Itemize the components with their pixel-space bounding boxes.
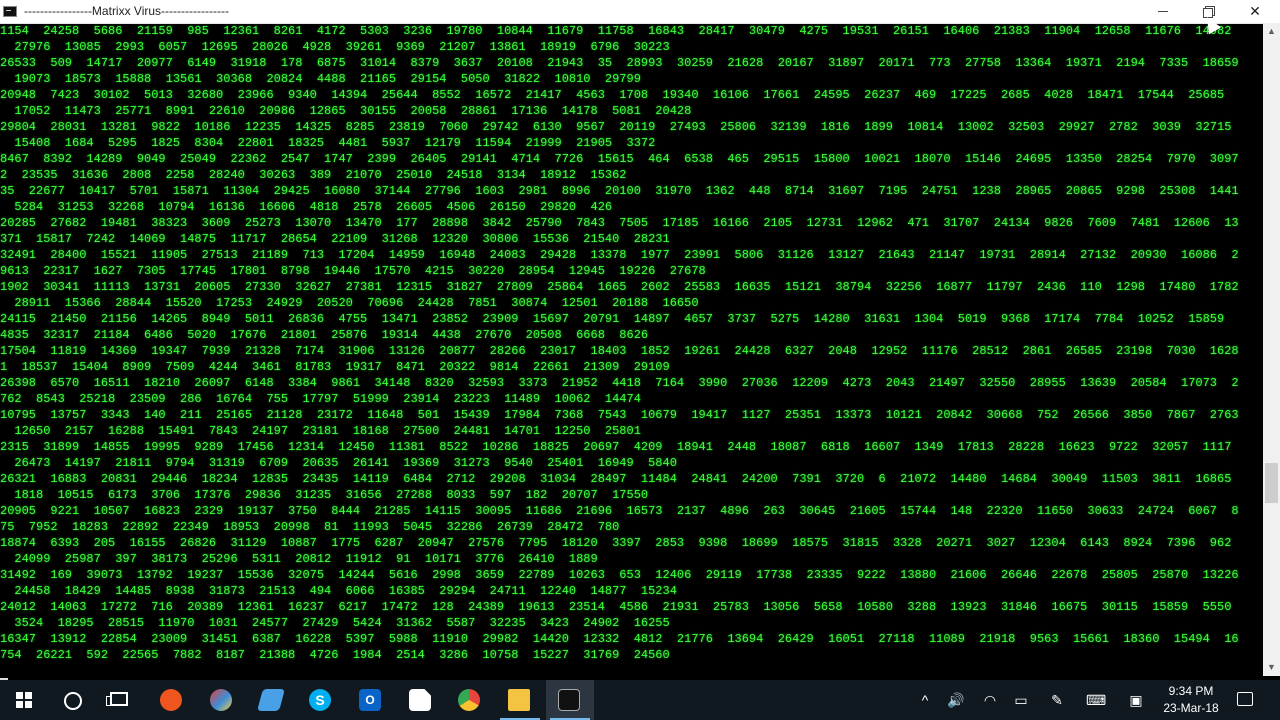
console-line: 17504 11819 14369 19347 7939 21328 7174 … (0, 344, 1239, 358)
console-line: 12650 2157 16288 15491 7843 24197 23181 … (0, 424, 641, 438)
console-line: 3524 18295 28515 11970 1031 24577 27429 … (0, 616, 670, 630)
console-app-icon[interactable] (3, 6, 17, 17)
wifi-icon[interactable]: ◠ (980, 692, 1000, 708)
taskbar-app-file[interactable] (397, 680, 445, 720)
console-line: 17052 11473 25771 8991 22610 20986 12865… (0, 104, 692, 118)
windows-logo-icon (16, 692, 32, 708)
orange-app-icon (160, 689, 182, 711)
outlook-app-icon: O (359, 689, 381, 711)
tray-chevron-icon[interactable]: ^ (915, 692, 935, 708)
taskbar-app-skype[interactable]: S (297, 680, 345, 720)
console-line: 32491 28400 15521 11905 27513 21189 713 … (0, 248, 1239, 262)
taskbar-app-chrome[interactable] (446, 680, 494, 720)
clock-time: 9:34 PM (1168, 684, 1214, 698)
task-view-icon (106, 692, 128, 706)
console-line: 18874 6393 205 16155 26826 31129 10887 1… (0, 536, 1232, 550)
taskbar: S O ^ 🔊 ◠ ▭ ✎ ⌨ ▣ 9:34 PM 23-Mar-18 (0, 680, 1280, 720)
task-view-button[interactable] (96, 680, 144, 720)
console-line: 26321 16883 20831 29446 18234 12835 2343… (0, 472, 1232, 486)
console-line: 31492 169 39073 13792 19237 15536 32075 … (0, 568, 1239, 582)
paint-app-icon (210, 689, 232, 711)
console-line: 24099 25987 397 38173 25296 5311 20812 1… (0, 552, 598, 566)
console-line: 2 23535 31636 2808 2258 28240 30263 389 … (0, 168, 627, 182)
skype-app-icon: S (309, 689, 331, 711)
pen-icon[interactable]: ✎ (1047, 692, 1067, 708)
keyboard-icon[interactable]: ⌨ (1086, 692, 1106, 708)
taskbar-app-explorer[interactable] (496, 680, 544, 720)
folder-icon (508, 689, 530, 711)
console-line: 24458 18429 14485 8938 31873 21513 494 6… (0, 584, 677, 598)
scroll-thumb[interactable] (1265, 463, 1278, 503)
taskbar-app-orange[interactable] (148, 680, 196, 720)
console-line: 754 26221 592 22565 7882 8187 21388 4726… (0, 648, 670, 662)
taskbar-app-paint[interactable] (198, 680, 246, 720)
display-icon[interactable]: ▣ (1126, 692, 1146, 708)
console-line: 26398 6570 16511 18210 26097 6148 3384 9… (0, 376, 1239, 390)
cortana-button[interactable] (48, 680, 96, 720)
notepad-app-icon (257, 689, 285, 711)
close-icon: ✕ (1249, 3, 1261, 19)
console-line: 75 7952 18283 22892 22349 18953 20998 81… (0, 520, 620, 534)
taskbar-app-notepad[interactable] (248, 680, 296, 720)
scroll-up-arrow-icon[interactable]: ▲ (1263, 23, 1280, 40)
console-line: 26533 509 14717 20977 6149 31918 178 687… (0, 56, 1239, 70)
clock-date: 23-Mar-18 (1163, 701, 1219, 715)
console-line: 762 8543 25218 23509 286 16764 755 17797… (0, 392, 641, 406)
console-line: 1818 10515 6173 3706 17376 29836 31235 3… (0, 488, 649, 502)
console-line: 35 22677 10417 5701 15871 11304 29425 16… (0, 184, 1239, 198)
taskbar-app-outlook[interactable]: O (347, 680, 395, 720)
console-line: 28911 15366 28844 15520 17253 24929 2052… (0, 296, 699, 310)
console-line: 371 15817 7242 14069 14875 11717 28654 2… (0, 232, 670, 246)
vertical-scrollbar[interactable]: ▲ ▼ (1263, 23, 1280, 676)
console-line: 16347 13912 22854 23009 31451 6387 16228… (0, 632, 1239, 646)
minimize-icon (1158, 11, 1168, 12)
window-title: -----------------Matrixx Virus----------… (24, 4, 229, 18)
console-line: 24012 14063 17272 716 20389 12361 16237 … (0, 600, 1232, 614)
chrome-app-icon (458, 689, 480, 711)
console-line: 20285 27682 19481 38323 3609 25273 13070… (0, 216, 1239, 230)
console-line: 5284 31253 32268 10794 16136 16606 4818 … (0, 200, 613, 214)
console-line: 19073 18573 15888 13561 30368 20824 4488… (0, 72, 641, 86)
taskbar-app-cmd[interactable] (546, 680, 594, 720)
console-line: 20948 7423 30102 5013 32680 23966 9340 1… (0, 88, 1225, 102)
clock[interactable]: 9:34 PM 23-Mar-18 (1160, 683, 1222, 717)
console-line: 29804 28031 13281 9822 10186 12235 14325… (0, 120, 1232, 134)
cortana-icon (64, 692, 82, 710)
title-bar: -----------------Matrixx Virus----------… (0, 0, 1280, 24)
console-line: 4835 32317 21184 6486 5020 17676 21801 2… (0, 328, 649, 342)
volume-icon[interactable]: 🔊 (946, 692, 966, 708)
console-line: 24115 21450 21156 14265 8949 5011 26836 … (0, 312, 1225, 326)
console-line: 20905 9221 10507 16823 2329 19137 3750 8… (0, 504, 1239, 518)
console-line: 10795 13757 3343 140 211 25165 21128 231… (0, 408, 1239, 422)
close-button[interactable]: ✕ (1232, 0, 1278, 23)
notification-center-icon[interactable] (1237, 692, 1253, 706)
console-line: 15408 1684 5295 1825 8304 22801 18325 44… (0, 136, 656, 150)
console-line: 26473 14197 21811 9794 31319 6709 20635 … (0, 456, 677, 470)
console-line: 9613 22317 1627 7305 17745 17801 8798 19… (0, 264, 706, 278)
console-line: 1 18537 15404 8909 7509 4244 3461 81783 … (0, 360, 670, 374)
console-line: 27976 13085 2993 6057 12695 28026 4928 3… (0, 40, 670, 54)
console-line: 8467 8392 14289 9049 25049 22362 2547 17… (0, 152, 1239, 166)
start-button[interactable] (0, 680, 48, 720)
console-line: 1902 30341 11113 13731 20605 27330 32627… (0, 280, 1239, 294)
battery-icon[interactable]: ▭ (1011, 692, 1031, 708)
minimize-button[interactable] (1140, 0, 1186, 23)
scroll-down-arrow-icon[interactable]: ▼ (1263, 659, 1280, 676)
file-app-icon (409, 689, 431, 711)
cmd-app-icon (558, 689, 580, 711)
console-output[interactable]: 1154 24258 5686 21159 985 12361 8261 417… (0, 23, 1263, 676)
console-line: 2315 31899 14855 19995 9289 17456 12314 … (0, 440, 1232, 454)
console-line: 1154 24258 5686 21159 985 12361 8261 417… (0, 24, 1232, 38)
